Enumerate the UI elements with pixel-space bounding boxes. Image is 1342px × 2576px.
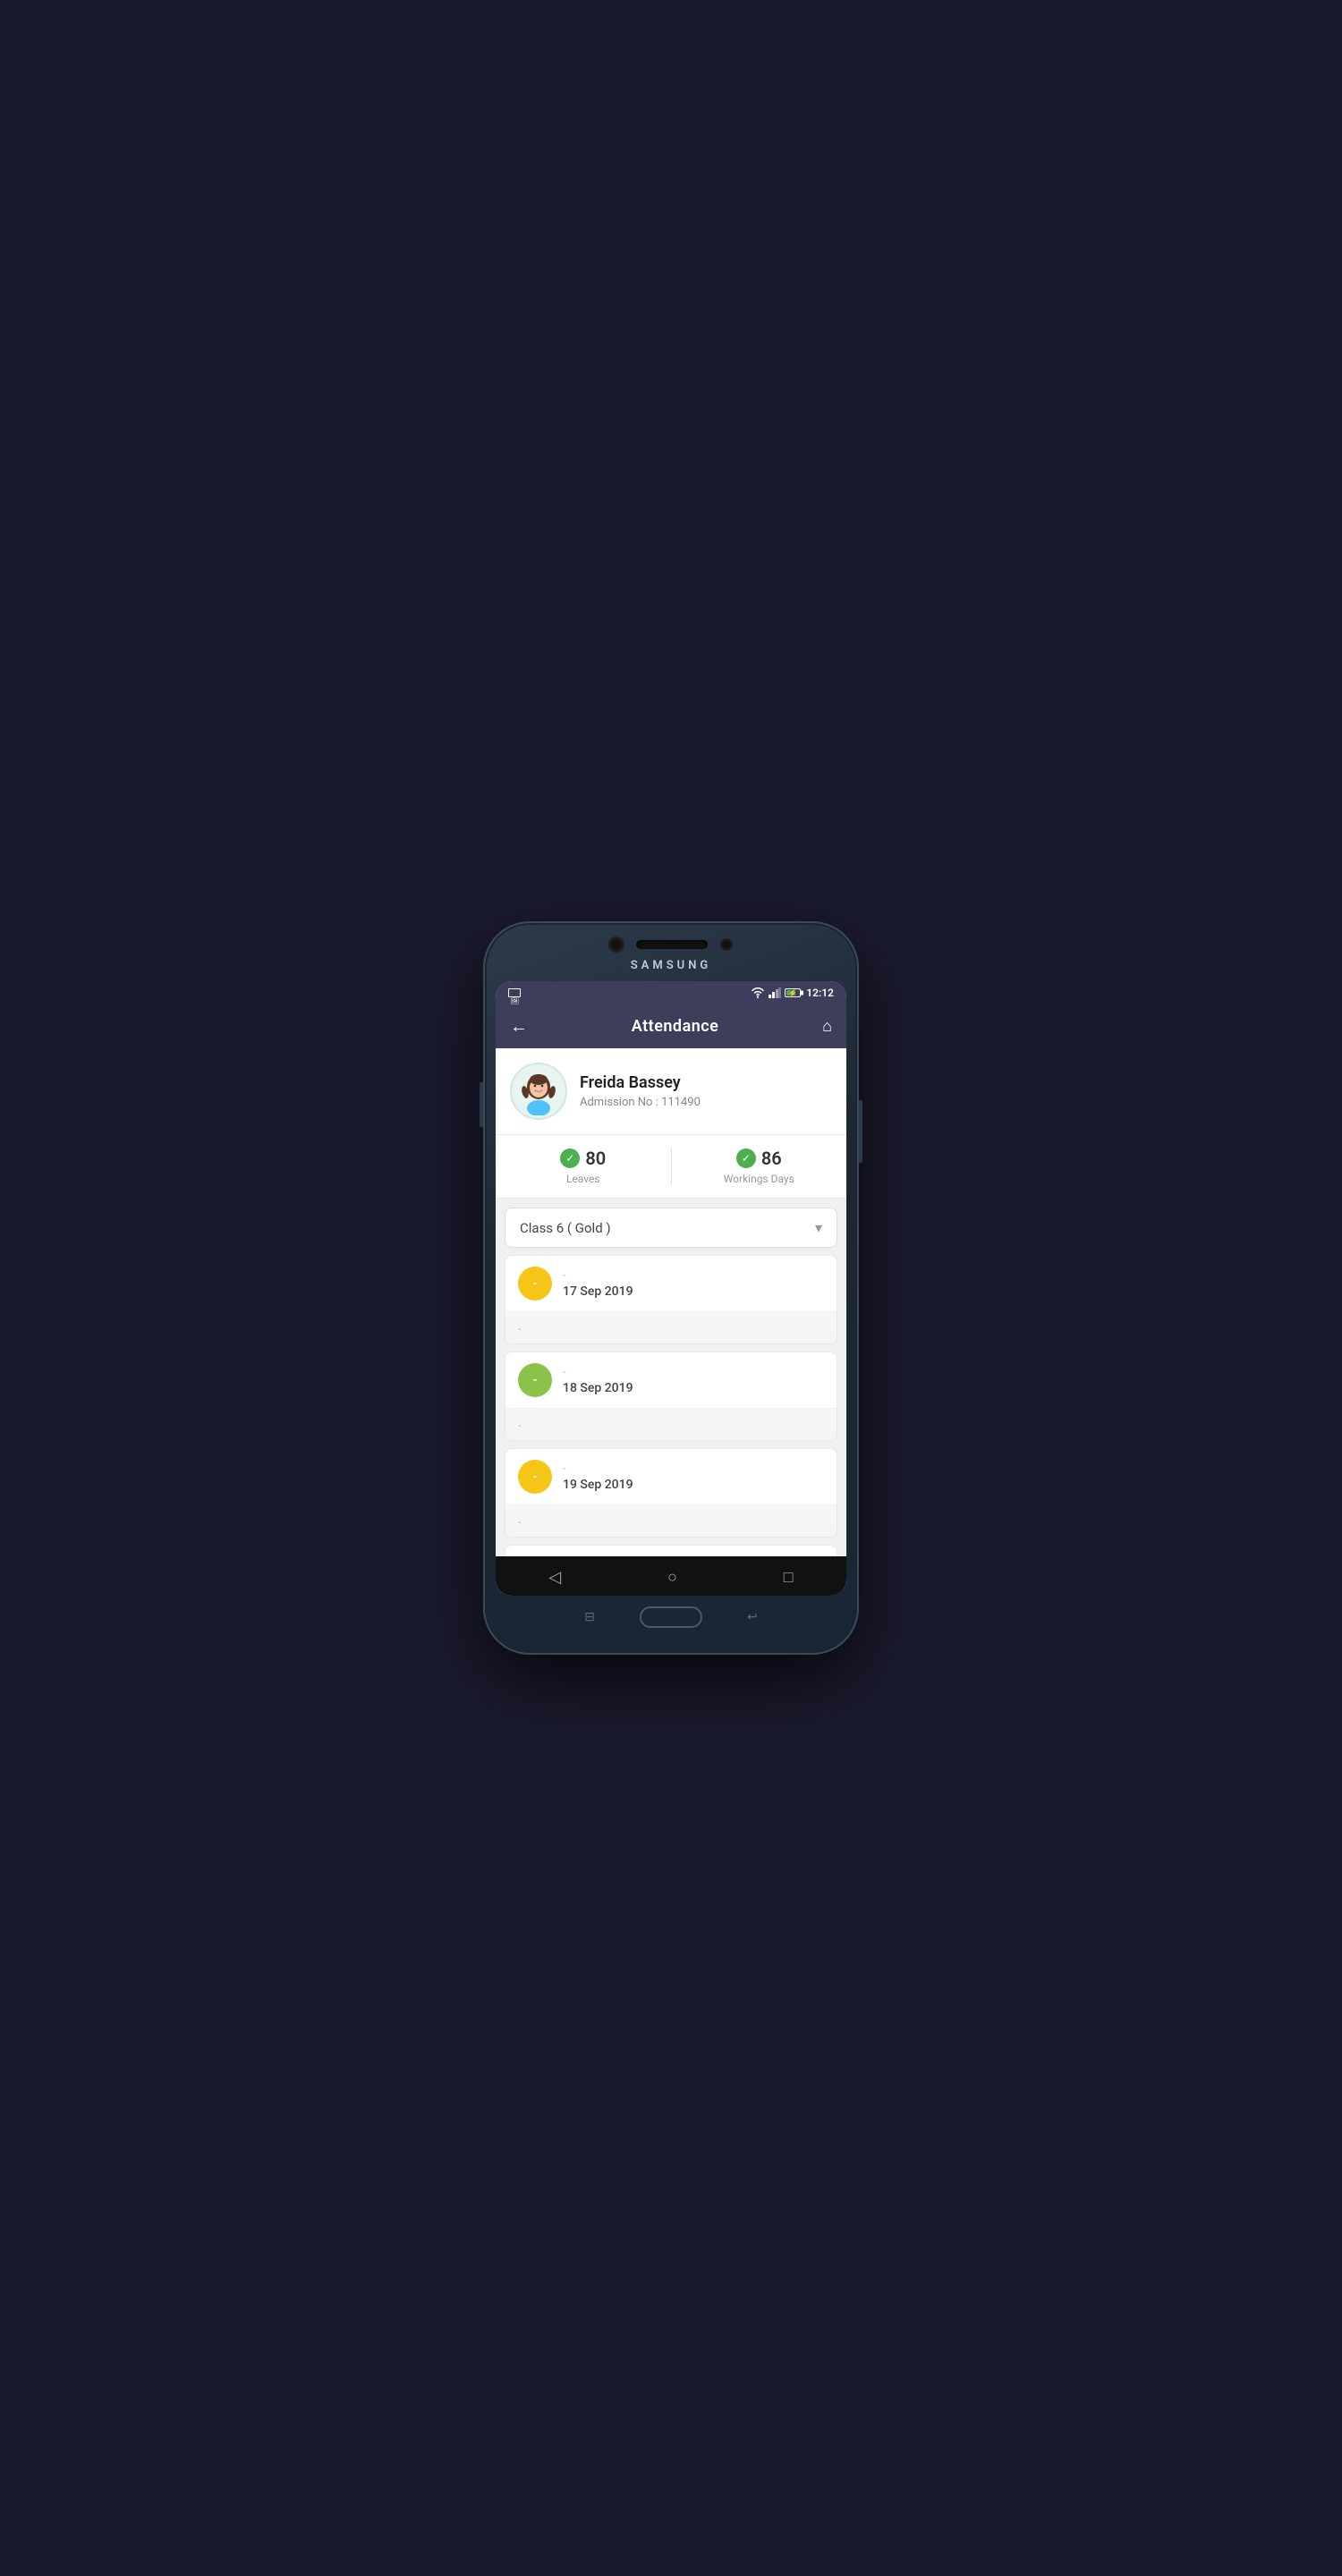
attendance-record-1: - - 17 Sep 2019 - [505,1255,837,1344]
dash-3: - [563,1462,633,1476]
class-dropdown[interactable]: Class 6 ( Gold ) ▾ [505,1208,837,1248]
date-1: 17 Sep 2019 [563,1284,633,1299]
record-bottom-1: - [505,1311,837,1343]
status-dot-3: - [518,1460,552,1494]
nav-home-button[interactable]: ○ [667,1568,677,1587]
leaves-check-icon: ✓ [560,1148,580,1168]
date-block-2: - 18 Sep 2019 [563,1366,633,1395]
admission-info: Admission No : 111490 [580,1096,701,1109]
page-title: Attendance [632,1017,719,1036]
attendance-record-2: - - 18 Sep 2019 - [505,1352,837,1441]
record-bottom-2: - [505,1408,837,1440]
leaves-label: Leaves [566,1173,600,1185]
phone-screen: 🖼 ⚡ [496,981,846,1596]
brand-label: SAMSUNG [496,955,846,972]
nav-recent-button[interactable]: □ [784,1568,794,1587]
dash-1: - [563,1269,633,1283]
date-3: 19 Sep 2019 [563,1478,633,1492]
sensor [720,938,733,951]
signal-icon [769,987,781,998]
app-header: ← Attendance ⌂ [496,1004,846,1048]
attendance-list: - - 17 Sep 2019 - - - [496,1255,846,1556]
status-dot-2: - [518,1363,552,1397]
speaker [636,940,708,949]
nav-back-button[interactable]: ◁ [548,1568,561,1587]
front-camera [609,937,624,952]
chevron-down-icon: ▾ [815,1219,822,1236]
attendance-record-4: - - 20 Sep 2019 - [505,1545,837,1556]
back-button[interactable]: ← [510,1015,528,1038]
bottom-right-icon: ↩ [747,1610,758,1624]
student-card: Freida Bassey Admission No : 111490 [496,1048,846,1135]
workings-check-icon: ✓ [736,1148,756,1168]
phone-bottom-hardware: ⊟ ↩ [496,1596,846,1633]
dash-2: - [563,1366,633,1379]
leaves-stat: ✓ 80 Leaves [496,1148,671,1185]
status-time: 12:12 [806,987,834,999]
stats-row: ✓ 80 Leaves ✓ 86 Workings Days [496,1135,846,1199]
home-button[interactable]: ⌂ [822,1017,832,1036]
wifi-icon [751,987,765,998]
workings-count: 86 [761,1148,782,1169]
bottom-navigation: ◁ ○ □ [496,1556,846,1596]
hardware-home-button[interactable] [640,1606,702,1628]
record-bottom-3: - [505,1504,837,1537]
bottom-text-1: - [518,1323,522,1336]
date-block-3: - 19 Sep 2019 [563,1462,633,1492]
bottom-text-2: - [518,1419,522,1433]
date-block-1: - 17 Sep 2019 [563,1269,633,1299]
date-2: 18 Sep 2019 [563,1381,633,1395]
attendance-record-3: - - 19 Sep 2019 - [505,1448,837,1538]
bottom-left-icon: ⊟ [584,1610,595,1624]
battery-icon: ⚡ [785,988,801,997]
avatar [510,1063,567,1120]
status-dot-1: - [518,1267,552,1301]
bottom-text-3: - [518,1516,522,1530]
student-info: Freida Bassey Admission No : 111490 [580,1073,701,1109]
class-dropdown-text: Class 6 ( Gold ) [520,1220,611,1236]
status-bar: 🖼 ⚡ [496,981,846,1004]
student-name: Freida Bassey [580,1073,701,1092]
content-area: Freida Bassey Admission No : 111490 ✓ 80… [496,1048,846,1556]
notification-icon: 🖼 [508,988,521,997]
workings-label: Workings Days [724,1173,794,1185]
leaves-count: 80 [585,1148,606,1169]
workings-stat: ✓ 86 Workings Days [672,1148,847,1185]
admission-number: 111490 [661,1096,701,1109]
